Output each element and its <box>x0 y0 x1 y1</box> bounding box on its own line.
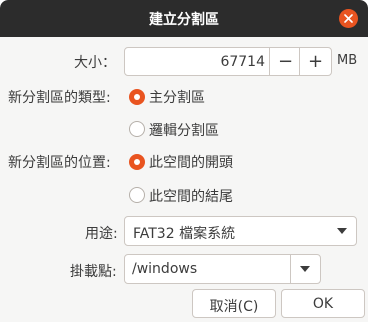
radio-logical-partition[interactable] <box>129 121 145 137</box>
partition-type-label: 新分割區的類型: <box>8 90 111 106</box>
cancel-button-label: 取消(C) <box>209 299 259 315</box>
ok-button-label: OK <box>312 296 334 312</box>
ok-button[interactable]: OK <box>281 289 365 318</box>
use-as-label: 用途: <box>85 226 118 242</box>
size-increment-button[interactable]: + <box>299 48 331 75</box>
cancel-button[interactable]: 取消(C) <box>192 289 276 318</box>
logical-partition-label[interactable]: 邏輯分割區 <box>149 120 219 140</box>
create-partition-dialog: 建立分割區 大小： 67714 − + MB 新分割區的類型: 主分割區 邏輯分… <box>0 0 368 322</box>
chevron-down-icon <box>337 228 347 234</box>
location-beginning-label[interactable]: 此空間的開頭 <box>149 152 233 172</box>
radio-location-end[interactable] <box>129 187 145 203</box>
close-button[interactable] <box>339 9 358 28</box>
window-title: 建立分割區 <box>149 12 219 28</box>
size-label: 大小： <box>74 55 116 71</box>
title-bar: 建立分割區 <box>0 0 368 37</box>
size-unit: MB <box>337 53 358 68</box>
minus-icon: − <box>277 51 294 72</box>
use-as-value: FAT32 檔案系統 <box>133 226 236 242</box>
radio-location-beginning[interactable] <box>129 154 145 170</box>
location-end-label[interactable]: 此空間的結尾 <box>149 186 233 206</box>
mount-point-label: 掛載點: <box>70 264 117 280</box>
use-as-combobox[interactable]: FAT32 檔案系統 <box>124 216 357 246</box>
primary-partition-label[interactable]: 主分割區 <box>149 87 205 107</box>
mount-point-input[interactable]: /windows <box>124 254 291 284</box>
chevron-down-icon <box>300 266 310 272</box>
mount-point-dropdown-button[interactable] <box>290 254 321 284</box>
mount-point-value: /windows <box>132 261 198 277</box>
size-spinbutton[interactable]: 67714 − + <box>124 47 332 76</box>
radio-primary-partition[interactable] <box>129 89 145 105</box>
size-input[interactable]: 67714 <box>125 54 265 70</box>
size-decrement-button[interactable]: − <box>269 48 301 75</box>
plus-icon: + <box>307 51 324 72</box>
close-icon <box>344 14 353 23</box>
partition-location-label: 新分割區的位置: <box>8 155 111 171</box>
